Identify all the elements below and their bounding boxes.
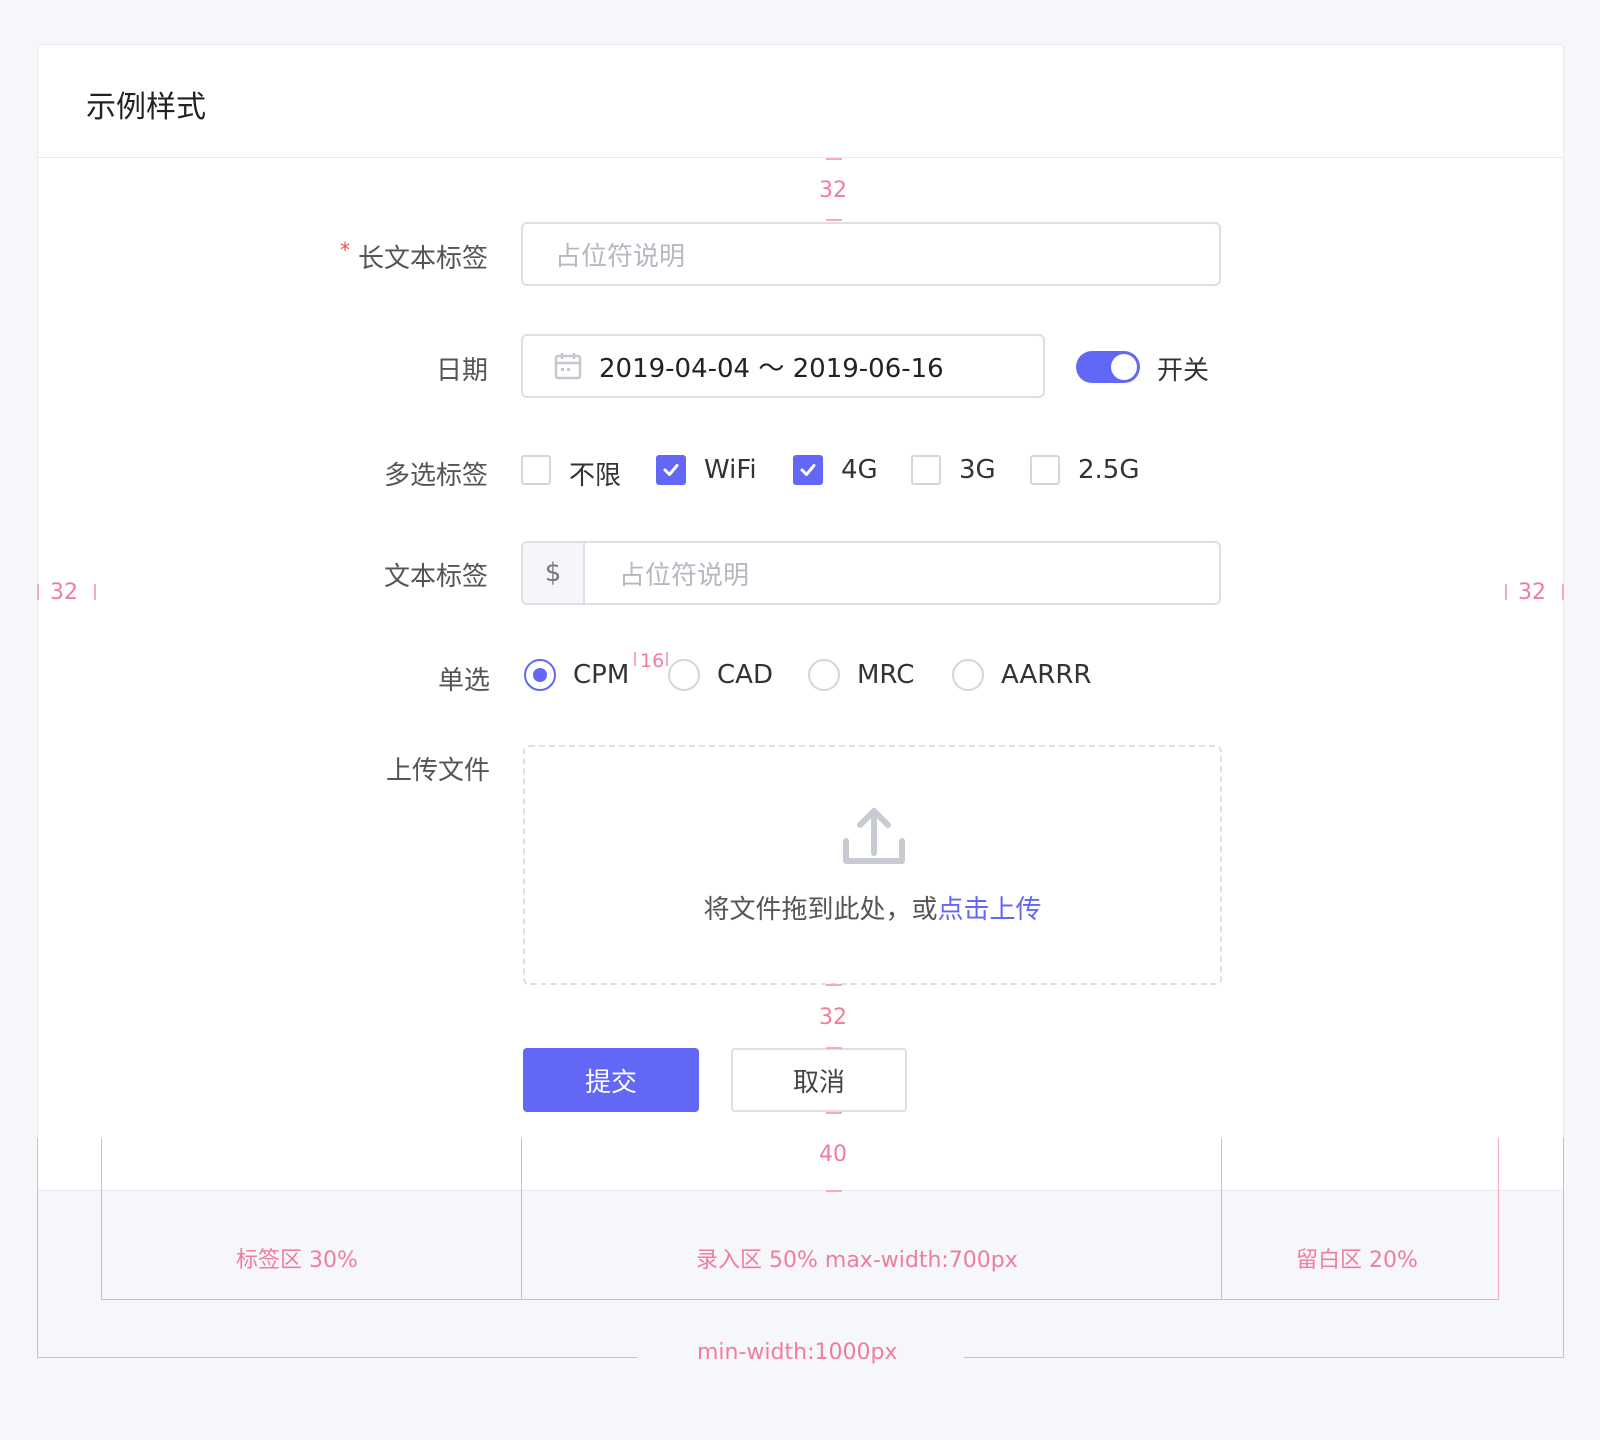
switch-label: 开关 (1157, 356, 1210, 386)
text-label: 文本标签 (383, 562, 488, 592)
zone-divider (101, 1138, 102, 1300)
checkbox-unlimited-label: 不限 (569, 461, 622, 491)
prefixed-text-input[interactable]: $ 占位符说明 (521, 541, 1221, 605)
radio-label: 单选 (437, 666, 490, 696)
check-icon (663, 464, 679, 476)
switch-knob (1111, 354, 1137, 380)
spacing-radio-annotation: 16 (640, 650, 665, 672)
checkbox-unlimited[interactable] (521, 455, 551, 485)
min-width-line (964, 1357, 1564, 1358)
toggle-switch[interactable] (1076, 351, 1140, 383)
zone-divider (1221, 1138, 1222, 1300)
annotation-tick (826, 219, 842, 221)
date-label: 日期 (435, 356, 488, 386)
date-range-value: 2019-04-04 ～ 2019-06-16 (599, 353, 944, 384)
radio-mrc-label: MRC (857, 660, 915, 690)
radio-aarrr[interactable] (952, 659, 984, 691)
annotation-tick (666, 652, 668, 666)
checkbox-4g[interactable] (793, 455, 823, 485)
upload-hint-text: 将文件拖到此处，或 (703, 895, 938, 925)
annotation-tick (826, 984, 842, 986)
radio-cpm-label: CPM (573, 660, 630, 690)
form-card: 示例样式 (37, 44, 1564, 1191)
date-range-picker[interactable]: 2019-04-04 ～ 2019-06-16 (521, 334, 1045, 398)
annotation-tick (94, 584, 96, 600)
label-zone-annotation: 标签区 30% (236, 1248, 358, 1273)
radio-cpm[interactable] (524, 659, 556, 691)
dollar-prefix: $ (523, 543, 585, 603)
annotation-tick (1562, 584, 1564, 600)
required-mark: * (339, 238, 350, 262)
upload-hint: 将文件拖到此处，或点击上传 (525, 889, 1220, 926)
upload-dropzone[interactable]: 将文件拖到此处，或点击上传 (523, 745, 1222, 985)
checkbox-3g[interactable] (911, 455, 941, 485)
radio-cad[interactable] (668, 659, 700, 691)
checkbox-4g-label: 4G (841, 455, 878, 485)
annotation-tick (826, 158, 842, 160)
radio-cad-label: CAD (717, 660, 773, 690)
check-icon (800, 464, 816, 476)
annotation-tick (826, 1190, 842, 1192)
upload-link[interactable]: 点击上传 (938, 895, 1042, 925)
blank-zone-annotation: 留白区 20% (1296, 1248, 1418, 1273)
long-text-input[interactable]: 占位符说明 (521, 222, 1221, 286)
annotation-tick (826, 1112, 842, 1114)
long-text-label-text: 长文本标签 (357, 244, 488, 274)
prefixed-input-placeholder: 占位符说明 (619, 560, 750, 591)
annotation-tick (634, 652, 636, 666)
spacing-top-annotation: 32 (819, 178, 847, 203)
spacing-bottom-annotation: 40 (819, 1142, 847, 1167)
checkbox-3g-label: 3G (959, 455, 996, 485)
checkbox-wifi-label: WiFi (704, 455, 757, 485)
long-text-placeholder: 占位符说明 (555, 241, 686, 272)
annotation-tick (826, 1047, 842, 1049)
checkbox-wifi[interactable] (656, 455, 686, 485)
min-width-line (37, 1357, 637, 1358)
cancel-button[interactable]: 取消 (731, 1048, 907, 1112)
upload-label: 上传文件 (385, 756, 490, 786)
min-width-bracket (37, 1138, 38, 1358)
multi-select-label: 多选标签 (383, 461, 488, 491)
radio-mrc[interactable] (808, 659, 840, 691)
input-zone-annotation: 录入区 50% max-width:700px (696, 1248, 1018, 1273)
zone-divider (1498, 1138, 1499, 1300)
annotation-tick (1505, 584, 1507, 600)
card-header: 示例样式 (38, 45, 1563, 158)
checkbox-2-5g[interactable] (1030, 455, 1060, 485)
checkbox-2-5g-label: 2.5G (1078, 455, 1140, 485)
annotation-tick (37, 584, 39, 600)
long-text-label: * 长文本标签 (188, 238, 488, 275)
min-width-bracket (1563, 1138, 1564, 1358)
zone-baseline (101, 1299, 1499, 1300)
spacing-upload-annotation: 32 (819, 1005, 847, 1030)
card-title: 示例样式 (86, 90, 206, 125)
upload-icon (843, 808, 905, 864)
calendar-icon (554, 353, 582, 380)
spacing-right-annotation: 32 (1518, 580, 1546, 605)
spacing-left-annotation: 32 (50, 580, 78, 605)
min-width-annotation: min-width:1000px (697, 1340, 898, 1365)
submit-button[interactable]: 提交 (523, 1048, 699, 1112)
radio-aarrr-label: AARRR (1001, 660, 1092, 690)
zone-divider (521, 1138, 522, 1300)
